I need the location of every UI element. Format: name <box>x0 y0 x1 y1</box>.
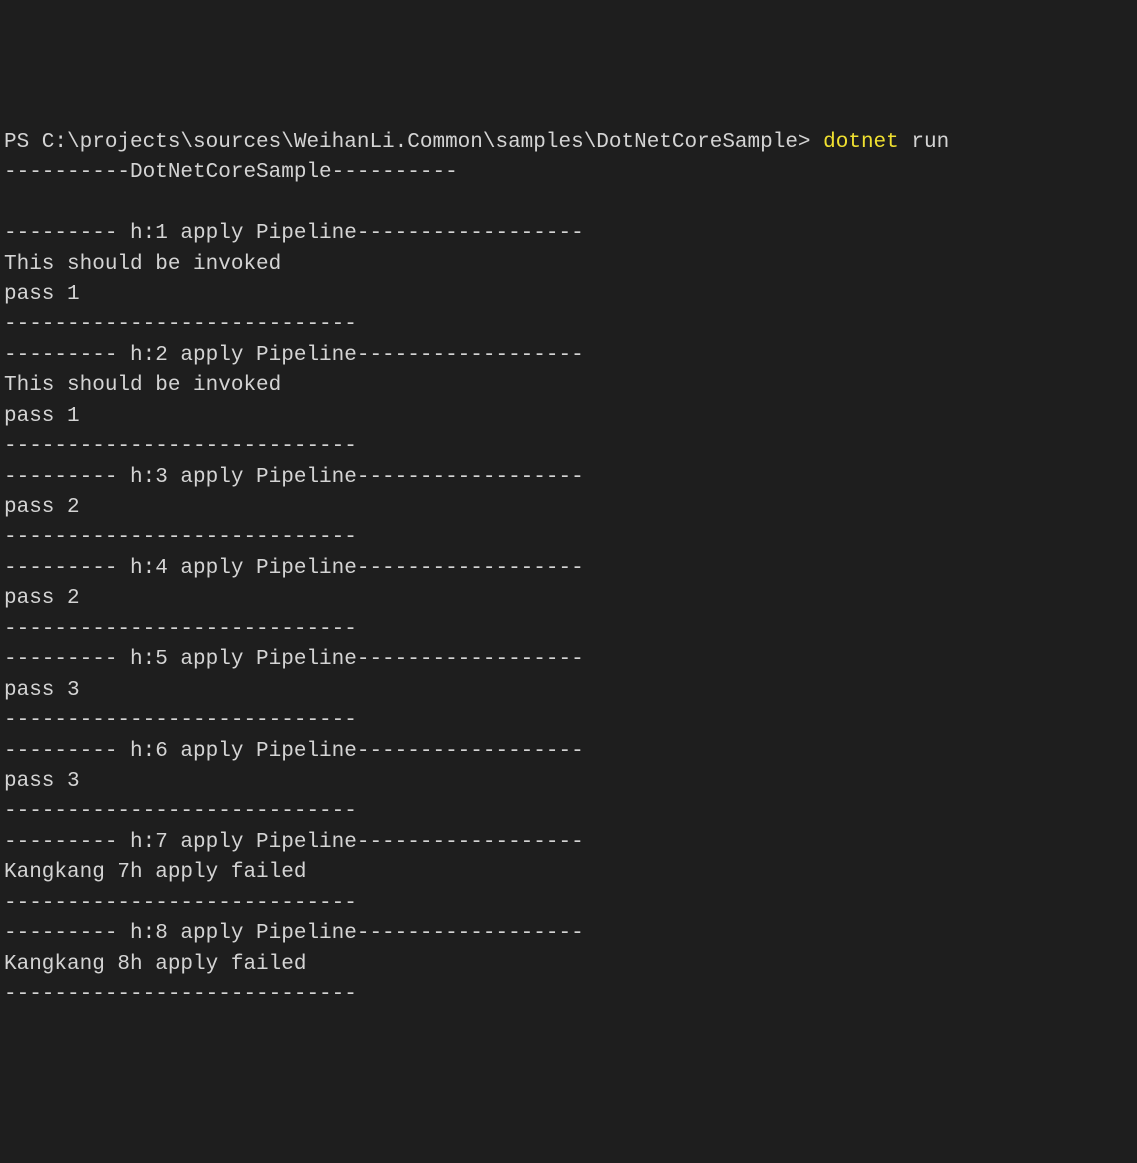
output-line: ---------------------------- <box>4 983 357 1006</box>
prompt-path: PS C:\projects\sources\WeihanLi.Common\s… <box>4 131 823 154</box>
output-line: Kangkang 8h apply failed <box>4 953 306 976</box>
output-line: ---------------------------- <box>4 313 357 336</box>
output-line: --------- h:5 apply Pipeline------------… <box>4 648 584 671</box>
output-line: ---------------------------- <box>4 526 357 549</box>
output-line: ----------DotNetCoreSample---------- <box>4 161 458 184</box>
output-line: Kangkang 7h apply failed <box>4 861 306 884</box>
output-line: This should be invoked <box>4 253 281 276</box>
output-line: --------- h:2 apply Pipeline------------… <box>4 344 584 367</box>
output-line: ---------------------------- <box>4 435 357 458</box>
output-line: --------- h:1 apply Pipeline------------… <box>4 222 584 245</box>
output-line: ---------------------------- <box>4 800 357 823</box>
terminal-window[interactable]: PS C:\projects\sources\WeihanLi.Common\s… <box>4 128 1133 1011</box>
output-line: pass 3 <box>4 770 80 793</box>
output-line: pass 2 <box>4 496 80 519</box>
output-line: ---------------------------- <box>4 618 357 641</box>
output-line: ---------------------------- <box>4 892 357 915</box>
output-line: This should be invoked <box>4 374 281 397</box>
command-rest: run <box>899 131 949 154</box>
output-line: pass 1 <box>4 283 80 306</box>
output-line: --------- h:4 apply Pipeline------------… <box>4 557 584 580</box>
output-line: pass 2 <box>4 587 80 610</box>
output-line: ---------------------------- <box>4 709 357 732</box>
output-line: --------- h:6 apply Pipeline------------… <box>4 740 584 763</box>
output-line: --------- h:3 apply Pipeline------------… <box>4 466 584 489</box>
output-line: pass 1 <box>4 405 80 428</box>
output-line: --------- h:8 apply Pipeline------------… <box>4 922 584 945</box>
output-line: --------- h:7 apply Pipeline------------… <box>4 831 584 854</box>
command-highlight: dotnet <box>823 131 899 154</box>
output-line: pass 3 <box>4 679 80 702</box>
